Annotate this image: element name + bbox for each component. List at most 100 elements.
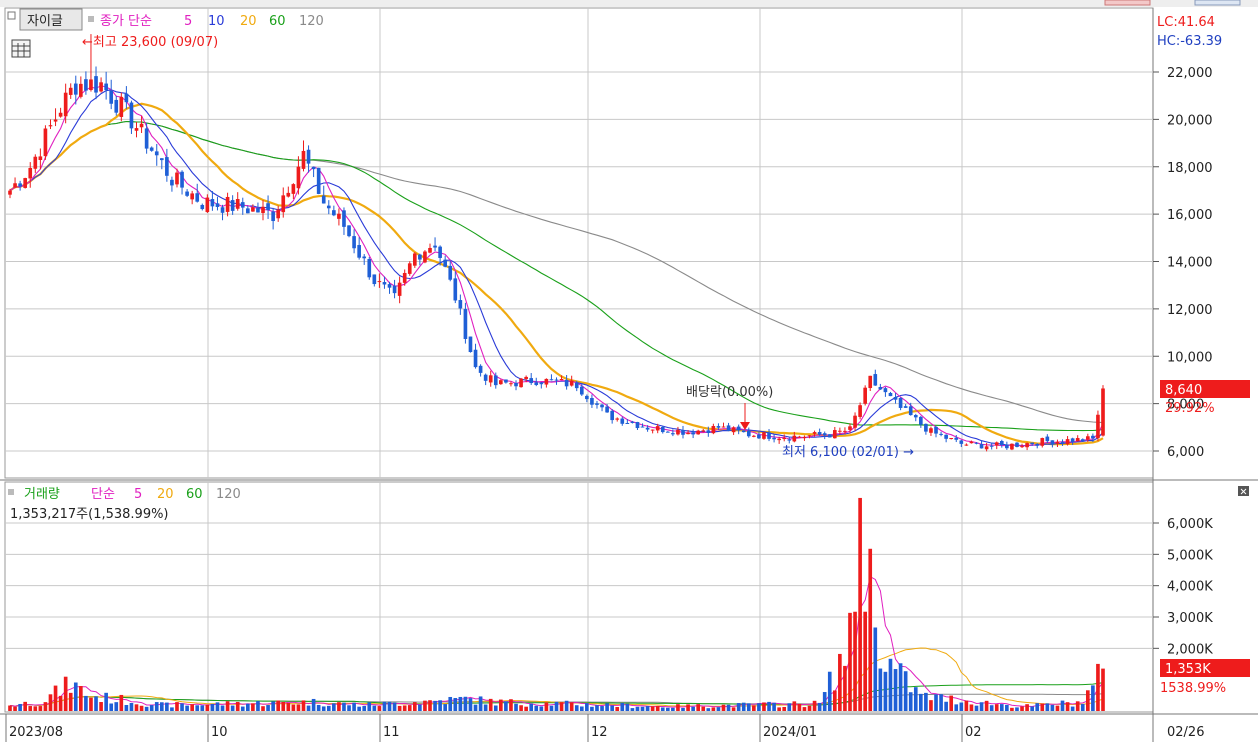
- volume-bar[interactable]: [630, 708, 635, 711]
- volume-bar[interactable]: [352, 702, 356, 711]
- volume-bar[interactable]: [898, 663, 903, 711]
- candle-body[interactable]: [448, 265, 453, 280]
- candle-body[interactable]: [205, 197, 210, 213]
- stock-chart[interactable]: 22,000 20,000 18,000 16,000 14,000 12,000 10,0…: [0, 0, 1258, 742]
- candle-body[interactable]: [569, 380, 574, 386]
- candle-body[interactable]: [519, 378, 523, 388]
- vol-ma-legend-60[interactable]: 60: [186, 487, 203, 502]
- volume-bar[interactable]: [154, 702, 159, 711]
- candle-body[interactable]: [423, 251, 427, 263]
- candle-body[interactable]: [954, 437, 959, 440]
- candle-body[interactable]: [706, 430, 711, 433]
- candle-body[interactable]: [767, 432, 771, 439]
- volume-bar[interactable]: [493, 705, 498, 711]
- candle-body[interactable]: [1015, 442, 1019, 447]
- candle-body[interactable]: [392, 285, 397, 294]
- candle-body[interactable]: [433, 245, 437, 248]
- candle-body[interactable]: [251, 207, 255, 212]
- volume-bar[interactable]: [711, 707, 716, 711]
- candle-body[interactable]: [944, 434, 948, 439]
- candle-body[interactable]: [812, 432, 817, 434]
- candle-body[interactable]: [286, 192, 291, 197]
- candle-body[interactable]: [119, 96, 124, 117]
- candle-body[interactable]: [903, 406, 908, 408]
- volume-bar[interactable]: [367, 702, 372, 711]
- volume-bar[interactable]: [564, 700, 569, 711]
- ma-legend-5[interactable]: 5: [184, 14, 192, 29]
- volume-bar[interactable]: [731, 707, 736, 711]
- candle-body[interactable]: [999, 441, 1004, 446]
- volume-bar[interactable]: [752, 705, 756, 711]
- candle-body[interactable]: [281, 195, 286, 213]
- volume-bar[interactable]: [195, 705, 200, 711]
- volume-bar[interactable]: [382, 701, 387, 711]
- volume-bar[interactable]: [929, 700, 933, 711]
- volume-bar[interactable]: [1035, 703, 1040, 711]
- candle-body[interactable]: [792, 435, 797, 442]
- volume-bar[interactable]: [473, 704, 478, 711]
- volume-bar[interactable]: [999, 704, 1004, 711]
- volume-bar[interactable]: [610, 705, 614, 711]
- candle-body[interactable]: [1010, 443, 1014, 450]
- candle-body[interactable]: [620, 418, 625, 424]
- volume-bar[interactable]: [301, 700, 306, 711]
- candle-body[interactable]: [782, 438, 787, 440]
- volume-bar[interactable]: [1025, 704, 1029, 711]
- candle-body[interactable]: [443, 259, 447, 267]
- candle-body[interactable]: [913, 415, 918, 418]
- vol-ma-legend-20[interactable]: 20: [157, 487, 174, 502]
- volume-bar[interactable]: [377, 706, 382, 711]
- candle-body[interactable]: [73, 83, 78, 95]
- candle-body[interactable]: [797, 436, 802, 438]
- volume-bar[interactable]: [838, 653, 842, 711]
- candle-body[interactable]: [337, 213, 341, 219]
- volume-bar[interactable]: [337, 702, 341, 711]
- candle-body[interactable]: [291, 184, 296, 194]
- candle-body[interactable]: [655, 426, 660, 431]
- volume-bar[interactable]: [256, 701, 260, 711]
- volume-bar[interactable]: [79, 686, 83, 711]
- candle-body[interactable]: [8, 190, 12, 195]
- candle-body[interactable]: [412, 253, 417, 266]
- candle-body[interactable]: [79, 83, 83, 97]
- volume-bar[interactable]: [989, 705, 994, 711]
- volume-bar[interactable]: [605, 703, 609, 711]
- volume-bar[interactable]: [863, 611, 867, 711]
- candle-body[interactable]: [691, 432, 695, 435]
- candle-body[interactable]: [1085, 436, 1090, 440]
- candle-body[interactable]: [195, 193, 200, 202]
- volume-bar[interactable]: [316, 704, 321, 711]
- volume-bar[interactable]: [893, 669, 898, 711]
- volume-bar[interactable]: [701, 706, 706, 711]
- candle-body[interactable]: [377, 281, 382, 283]
- candle-body[interactable]: [493, 375, 498, 386]
- candle-body[interactable]: [701, 430, 706, 432]
- candle-body[interactable]: [220, 207, 225, 213]
- candle-body[interactable]: [499, 380, 503, 385]
- candle-body[interactable]: [994, 442, 999, 446]
- volume-bar[interactable]: [883, 671, 888, 711]
- volume-bar[interactable]: [1065, 702, 1070, 711]
- candle-body[interactable]: [235, 198, 240, 209]
- volume-bar[interactable]: [529, 703, 534, 711]
- candle-body[interactable]: [1020, 446, 1024, 448]
- candle-body[interactable]: [473, 349, 478, 368]
- candle-body[interactable]: [635, 421, 640, 429]
- volume-bar[interactable]: [68, 692, 73, 711]
- candle-body[interactable]: [660, 426, 665, 433]
- volume-bar[interactable]: [858, 497, 862, 711]
- volume-bar[interactable]: [1075, 701, 1080, 711]
- volume-bar[interactable]: [908, 692, 913, 711]
- volume-bar[interactable]: [574, 705, 579, 711]
- candle-body[interactable]: [762, 432, 766, 439]
- candle-body[interactable]: [777, 438, 781, 441]
- candle-body[interactable]: [858, 405, 862, 417]
- candle-body[interactable]: [463, 309, 468, 339]
- volume-bar[interactable]: [291, 704, 296, 711]
- candle-body[interactable]: [68, 87, 73, 95]
- volume-bar[interactable]: [1060, 700, 1065, 711]
- candle-body[interactable]: [843, 430, 847, 432]
- volume-bar[interactable]: [888, 658, 893, 711]
- candle-body[interactable]: [165, 157, 169, 176]
- collapse-icon[interactable]: [1238, 486, 1249, 496]
